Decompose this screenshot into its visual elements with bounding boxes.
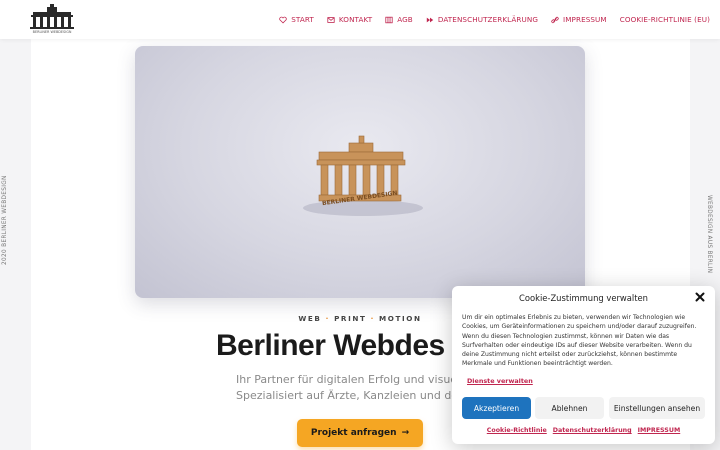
kicker-separator: · — [370, 314, 375, 323]
cookie-title: Cookie-Zustimmung verwalten — [519, 293, 648, 303]
logo-text: BERLINER WEBDESIGN — [33, 30, 72, 34]
cookie-consent-dialog: Cookie-Zustimmung verwalten Um dir ein o… — [452, 286, 715, 444]
view-settings-button[interactable]: Einstellungen ansehen — [609, 397, 705, 419]
link-icon — [551, 16, 559, 23]
manage-services-link[interactable]: Dienste verwalten — [467, 377, 533, 385]
grid-icon — [385, 16, 393, 23]
nav-agb[interactable]: AGB — [385, 15, 413, 24]
brandenburg-gate-model: BERLINER WEBDESIGN — [303, 135, 423, 216]
cta-label: Projekt anfragen — [310, 428, 397, 438]
kicker-motion: MOTION — [379, 314, 422, 323]
kicker-web: WEB — [298, 314, 322, 323]
project-request-button[interactable]: Projekt anfragen → — [297, 419, 423, 447]
deny-button[interactable]: Ablehnen — [535, 397, 604, 419]
cookie-footer-links: Cookie-Richtlinie Datenschutzerklärung I… — [452, 427, 715, 434]
nav-start[interactable]: START — [279, 15, 314, 24]
kicker-separator: · — [325, 314, 330, 323]
nav-kontakt[interactable]: KONTAKT — [327, 15, 372, 24]
mail-icon — [327, 16, 335, 23]
close-icon[interactable] — [694, 291, 706, 303]
nav-agb-label: AGB — [397, 15, 413, 24]
hero-headline: Berliner Webdes — [216, 329, 445, 362]
cookie-text: Um dir ein optimales Erlebnis zu bieten,… — [462, 314, 697, 368]
imprint-link[interactable]: IMPRESSUM — [638, 427, 681, 434]
fast-forward-icon — [426, 17, 434, 22]
nav-impressum-label: IMPRESSUM — [563, 15, 607, 24]
side-text-right: WEBDESIGN AUS BERLIN — [706, 195, 712, 274]
nav-cookie-label: COOKIE-RICHTLINIE (EU) — [619, 15, 710, 24]
nav-kontakt-label: KONTAKT — [338, 15, 373, 24]
heart-icon — [279, 16, 287, 23]
nav-cookie-richtlinie[interactable]: COOKIE-RICHTLINIE (EU) — [620, 15, 710, 24]
arrow-right-icon: → — [401, 428, 410, 438]
nav-datenschutz-label: DATENSCHUTZERKLÄRUNG — [437, 15, 539, 24]
side-text-left: 2020 BERLINER WEBDESIGN — [2, 175, 8, 265]
main-nav: START KONTAKT AGB DATENSCHUTZERKLÄRUNG I… — [279, 0, 710, 39]
hero-image: BERLINER WEBDESIGN — [135, 46, 585, 298]
site-header: BERLINER WEBDESIGN START KONTAKT AGB DAT… — [0, 0, 720, 39]
privacy-policy-link[interactable]: Datenschutzerklärung — [553, 427, 632, 434]
nav-start-label: START — [291, 15, 314, 24]
accept-button[interactable]: Akzeptieren — [462, 397, 531, 419]
brandenburg-gate-logo[interactable]: BERLINER WEBDESIGN — [29, 4, 75, 34]
nav-datenschutz[interactable]: DATENSCHUTZERKLÄRUNG — [426, 15, 538, 24]
kicker-print: PRINT — [334, 314, 367, 323]
nav-impressum[interactable]: IMPRESSUM — [551, 15, 607, 24]
cookie-policy-link[interactable]: Cookie-Richtlinie — [487, 427, 547, 434]
